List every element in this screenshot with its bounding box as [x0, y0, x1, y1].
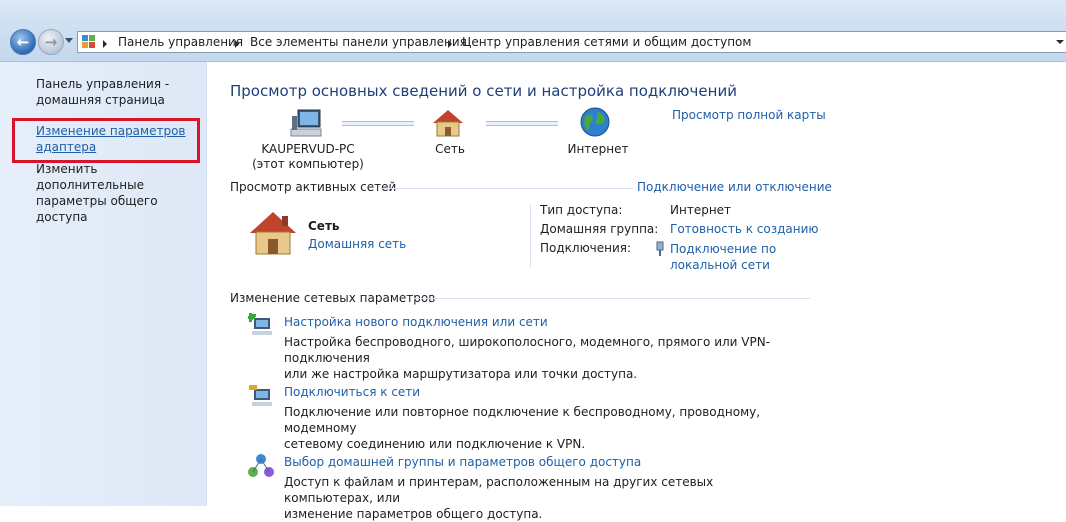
- breadcrumb-network-center[interactable]: Центр управления сетями и общим доступом: [462, 35, 751, 49]
- back-button[interactable]: ←: [10, 29, 36, 55]
- new-connection-icon: [248, 313, 272, 335]
- connect-disconnect-link[interactable]: Подключение или отключение: [637, 180, 832, 194]
- homegroup-sharing-description: Доступ к файлам и принтерам, расположенн…: [284, 474, 794, 522]
- connect-to-network-description: Подключение или повторное подключение к …: [284, 404, 794, 452]
- navigation-toolbar: ← → Панель управления Все элементы панел…: [0, 0, 1066, 62]
- home-network-icon: [433, 110, 463, 137]
- setup-new-connection-link[interactable]: Настройка нового подключения или сети: [284, 315, 548, 329]
- address-dropdown-icon[interactable]: [1056, 40, 1064, 44]
- description-line: Настройка беспроводного, широкополосного…: [284, 335, 771, 365]
- local-area-connection-link[interactable]: Подключение по локальной сети: [670, 241, 776, 273]
- home-network-large-icon: [250, 212, 296, 255]
- control-panel-icon: [82, 35, 96, 49]
- access-type-label: Тип доступа:: [540, 203, 623, 217]
- home-link-line2: домашняя страница: [36, 93, 165, 107]
- description-line: сетевому соединению или подключение к VP…: [284, 437, 586, 451]
- description-line: Подключение или повторное подключение к …: [284, 405, 761, 435]
- computer-node-label: KAUPERVUD-PC (этот компьютер): [248, 142, 368, 172]
- page-title: Просмотр основных сведений о сети и наст…: [230, 82, 737, 100]
- internet-node-label: Интернет: [567, 142, 629, 156]
- forward-arrow-icon: →: [44, 33, 58, 51]
- connection-link-line2: локальной сети: [670, 258, 770, 272]
- homegroup-sharing-link[interactable]: Выбор домашней группы и параметров общег…: [284, 455, 641, 469]
- control-panel-home-link[interactable]: Панель управления - домашняя страница: [36, 76, 201, 108]
- network-type-link[interactable]: Домашняя сеть: [308, 237, 406, 251]
- breadcrumb-separator-icon[interactable]: [235, 40, 239, 48]
- section-divider: [414, 298, 810, 299]
- highlight-box: [12, 118, 200, 163]
- access-type-value: Интернет: [670, 203, 732, 217]
- setup-new-connection-description: Настройка беспроводного, широкополосного…: [284, 334, 794, 382]
- full-map-link[interactable]: Просмотр полной карты: [672, 108, 826, 122]
- breadcrumb-separator-icon[interactable]: [448, 40, 452, 48]
- map-connector-line: [486, 121, 558, 126]
- breadcrumb-control-panel[interactable]: Панель управления: [118, 35, 243, 49]
- breadcrumb-all-items[interactable]: Все элементы панели управления: [250, 35, 467, 49]
- recent-pages-dropdown-icon[interactable]: [65, 38, 73, 43]
- connections-label: Подключения:: [540, 241, 632, 255]
- section-divider: [381, 188, 633, 189]
- description-line: изменение параметров общего доступа.: [284, 507, 543, 521]
- connect-to-network-link[interactable]: Подключиться к сети: [284, 385, 420, 399]
- description-line: Доступ к файлам и принтерам, расположенн…: [284, 475, 714, 505]
- computer-subtitle: (этот компьютер): [252, 157, 364, 171]
- computer-icon: [290, 109, 322, 137]
- active-network-name: Сеть: [308, 219, 340, 233]
- active-networks-header: Просмотр активных сетей: [230, 180, 397, 194]
- ethernet-connection-icon: [656, 241, 664, 256]
- homegroup-sharing-icon: [248, 454, 274, 477]
- breadcrumb-separator-icon[interactable]: [103, 40, 107, 48]
- internet-globe-icon: [580, 107, 610, 137]
- description-line: или же настройка маршрутизатора или точк…: [284, 367, 638, 381]
- main-content: Просмотр основных сведений о сети и наст…: [208, 62, 1066, 521]
- forward-button[interactable]: →: [38, 29, 64, 55]
- home-link-line1: Панель управления -: [36, 77, 170, 91]
- homegroup-label: Домашняя группа:: [540, 222, 659, 236]
- sharing-link-line2: параметры общего доступа: [36, 194, 158, 224]
- advanced-sharing-settings-link[interactable]: Изменить дополнительные параметры общего…: [36, 161, 201, 225]
- sharing-link-line1: Изменить дополнительные: [36, 162, 144, 192]
- back-arrow-icon: ←: [16, 33, 30, 51]
- network-node-label: Сеть: [435, 142, 465, 156]
- computer-name: KAUPERVUD-PC: [261, 142, 355, 156]
- vertical-divider: [530, 204, 531, 268]
- change-settings-header: Изменение сетевых параметров: [230, 291, 436, 305]
- connect-to-network-icon: [249, 385, 272, 406]
- address-bar[interactable]: Панель управления Все элементы панели уп…: [77, 31, 1066, 53]
- map-connector-line: [342, 121, 414, 126]
- connection-link-line1: Подключение по: [670, 242, 777, 256]
- homegroup-ready-link[interactable]: Готовность к созданию: [670, 222, 819, 236]
